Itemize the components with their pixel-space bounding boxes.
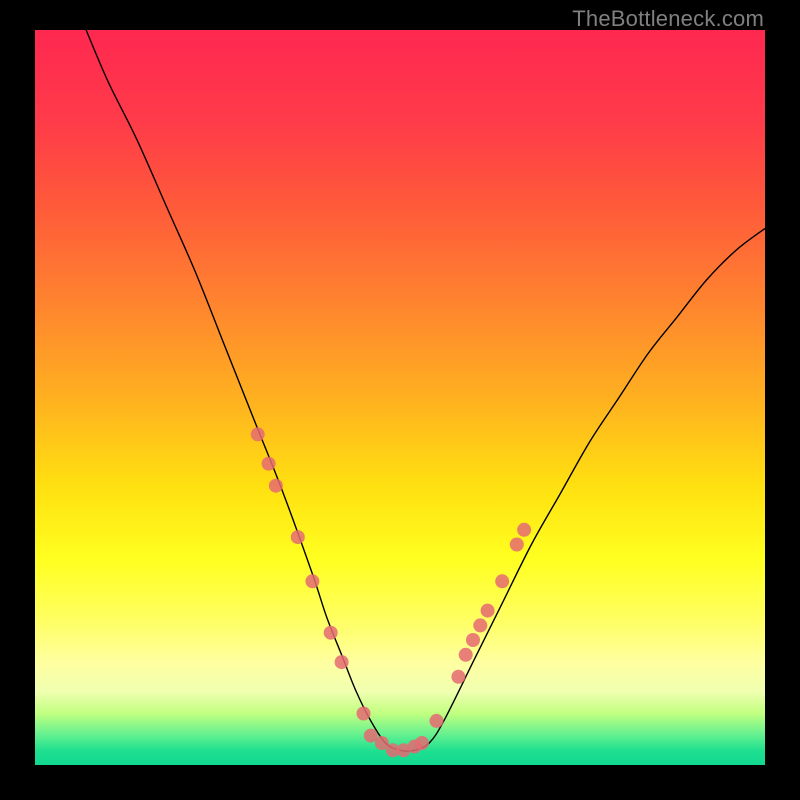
curve-marker — [466, 633, 480, 647]
bottleneck-curve — [86, 30, 765, 751]
plot-area — [35, 30, 765, 765]
curve-marker — [251, 427, 265, 441]
curve-marker — [386, 743, 400, 757]
curve-marker — [481, 604, 495, 618]
curve-marker — [397, 743, 411, 757]
curve-marker — [262, 457, 276, 471]
curve-marker — [408, 740, 422, 754]
curve-marker — [364, 729, 378, 743]
curve-marker — [357, 707, 371, 721]
watermark-text: TheBottleneck.com — [572, 6, 764, 32]
curve-marker — [269, 479, 283, 493]
curve-marker — [291, 530, 305, 544]
curve-marker — [451, 670, 465, 684]
curve-marker — [459, 648, 473, 662]
curve-marker — [473, 618, 487, 632]
curve-marker — [324, 626, 338, 640]
curve-marker — [375, 736, 389, 750]
curve-marker — [305, 574, 319, 588]
curve-marker — [517, 523, 531, 537]
chart-svg — [35, 30, 765, 765]
curve-marker — [430, 714, 444, 728]
curve-marker — [335, 655, 349, 669]
curve-marker — [495, 574, 509, 588]
curve-markers — [251, 427, 531, 757]
curve-marker — [510, 538, 524, 552]
curve-marker — [415, 736, 429, 750]
chart-frame: TheBottleneck.com — [0, 0, 800, 800]
